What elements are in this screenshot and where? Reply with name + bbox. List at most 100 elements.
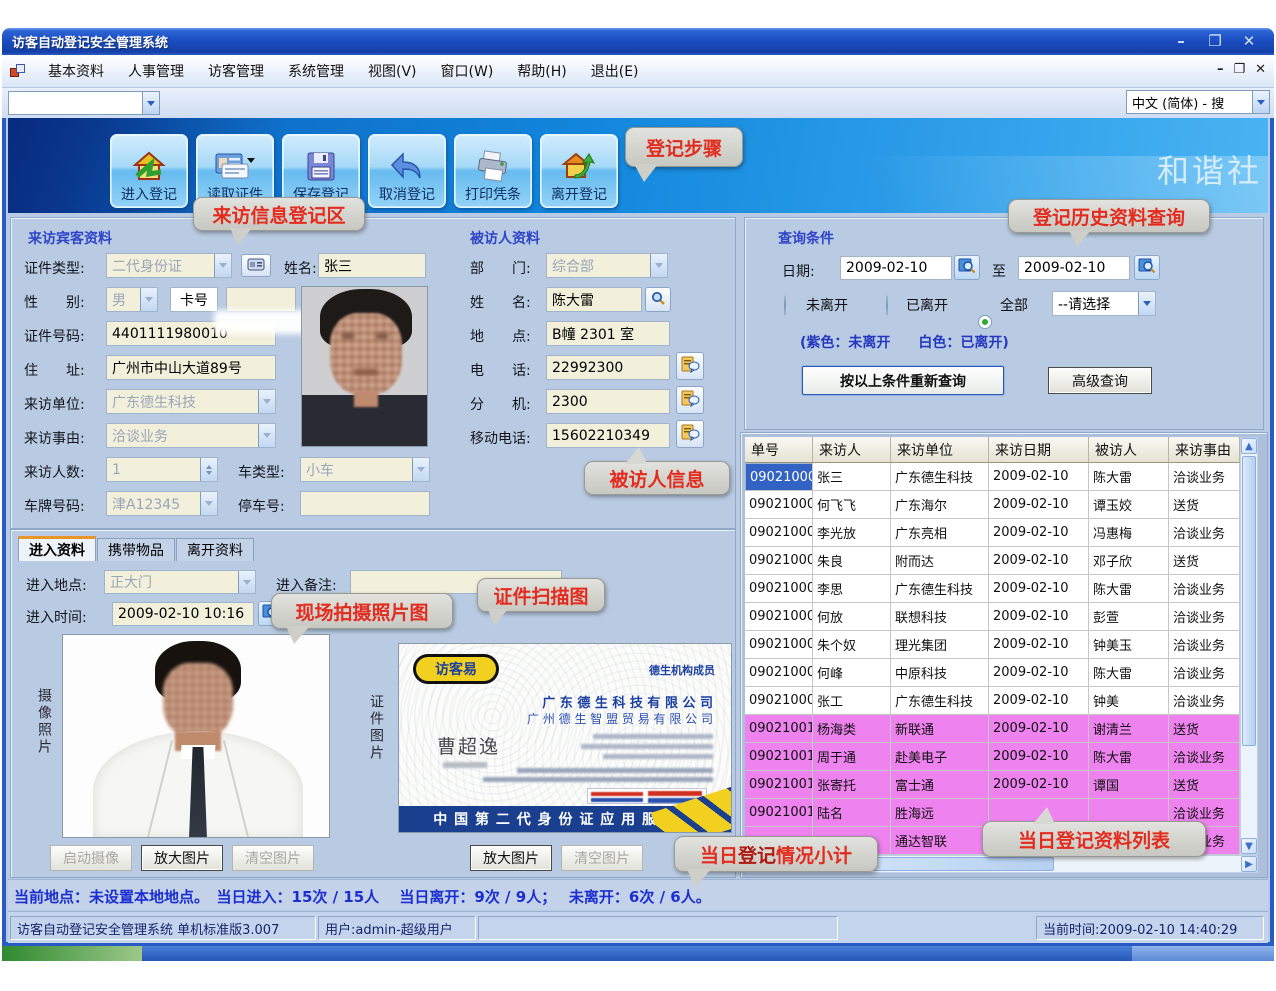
- table-row[interactable]: 090210010杨海类新联通2009-02-10谢清兰送货: [745, 715, 1240, 743]
- table-cell[interactable]: 2009-02-10: [989, 463, 1089, 491]
- dept-select[interactable]: 综合部: [546, 253, 668, 278]
- table-cell[interactable]: 090210013: [745, 799, 813, 827]
- table-cell[interactable]: 2009-02-10: [989, 771, 1089, 799]
- radio-left[interactable]: [886, 295, 888, 316]
- table-cell[interactable]: 洽谈业务: [1169, 603, 1240, 631]
- table-row[interactable]: 090210009张工广东德生科技2009-02-10钟美洽谈业务: [745, 687, 1240, 715]
- tab-entry-info[interactable]: 进入资料: [18, 536, 96, 561]
- start-camera-button[interactable]: 启动摄像: [50, 845, 132, 871]
- language-bar[interactable]: 中文 (简体) - 搜: [1126, 90, 1270, 114]
- menu-item-window[interactable]: 窗口(W): [431, 57, 504, 85]
- table-cell[interactable]: 090210007: [745, 631, 813, 659]
- menu-item-help[interactable]: 帮助(H): [507, 57, 576, 85]
- table-cell[interactable]: 朱个奴: [813, 631, 891, 659]
- plate-select[interactable]: 津A12345: [106, 491, 218, 516]
- table-row[interactable]: 090210001张三广东德生科技2009-02-10陈大雷洽谈业务: [745, 463, 1240, 491]
- table-row[interactable]: 090210003李光放广东亮相2009-02-10冯惠梅洽谈业务: [745, 519, 1240, 547]
- menu-item-exit[interactable]: 退出(E): [581, 57, 649, 85]
- stepper-arrows-icon[interactable]: [200, 458, 217, 481]
- table-vscrollbar[interactable]: ▲ ▼: [1240, 437, 1258, 855]
- table-row[interactable]: 090210005李思广东德生科技2009-02-10陈大雷洽谈业务: [745, 575, 1240, 603]
- date-from-field[interactable]: 2009-02-10: [840, 256, 952, 280]
- table-cell[interactable]: 陈大雷: [1089, 743, 1169, 771]
- table-cell[interactable]: 送货: [1169, 491, 1240, 519]
- table-cell[interactable]: 张寄托: [813, 771, 891, 799]
- menu-item-system[interactable]: 系统管理: [278, 57, 354, 85]
- restore-icon[interactable]: ❐: [1204, 32, 1226, 50]
- mobile-field[interactable]: 15602210349: [546, 423, 670, 448]
- table-cell[interactable]: 谭玉姣: [1089, 491, 1169, 519]
- table-row[interactable]: 090210011周于通赴美电子2009-02-10陈大雷洽谈业务: [745, 743, 1240, 771]
- parking-field[interactable]: [300, 491, 430, 516]
- table-cell[interactable]: 送货: [1169, 547, 1240, 575]
- id-type-select[interactable]: 二代身份证: [106, 253, 232, 278]
- table-cell[interactable]: 2009-02-10: [989, 631, 1089, 659]
- table-cell[interactable]: 中原科技: [891, 659, 989, 687]
- scroll-right-icon[interactable]: ▶: [1241, 856, 1257, 872]
- clear-photo-button[interactable]: 清空图片: [232, 845, 314, 871]
- table-cell[interactable]: 2009-02-10: [989, 743, 1089, 771]
- zoom-card-button[interactable]: 放大图片: [470, 845, 552, 871]
- table-row[interactable]: 090210004朱良附而达2009-02-10邓子欣送货: [745, 547, 1240, 575]
- table-cell[interactable]: 2009-02-10: [989, 659, 1089, 687]
- col-header[interactable]: 被访人: [1089, 437, 1169, 463]
- table-cell[interactable]: 090210004: [745, 547, 813, 575]
- col-header[interactable]: 来访事由: [1169, 437, 1240, 463]
- table-cell[interactable]: 何放: [813, 603, 891, 631]
- scroll-down-icon[interactable]: ▼: [1241, 838, 1257, 854]
- table-cell[interactable]: 2009-02-10: [989, 519, 1089, 547]
- menu-item-view[interactable]: 视图(V): [358, 57, 427, 85]
- table-cell[interactable]: 090210010: [745, 715, 813, 743]
- table-cell[interactable]: 何飞飞: [813, 491, 891, 519]
- menu-item-hr[interactable]: 人事管理: [118, 57, 194, 85]
- table-cell[interactable]: 洽谈业务: [1169, 687, 1240, 715]
- table-cell[interactable]: 新联通: [891, 715, 989, 743]
- visitor-name-field[interactable]: 张三: [318, 253, 426, 278]
- minimize-icon[interactable]: –: [1170, 32, 1192, 50]
- table-cell[interactable]: 洽谈业务: [1169, 463, 1240, 491]
- entry-time-field[interactable]: 2009-02-10 10:16: [112, 602, 254, 626]
- table-row[interactable]: 090210012张寄托富士通2009-02-10谭国送货: [745, 771, 1240, 799]
- location-field[interactable]: B幢 2301 室: [546, 321, 670, 346]
- zoom-photo-button[interactable]: 放大图片: [141, 845, 223, 871]
- mdi-close-icon[interactable]: ✕: [1255, 62, 1266, 77]
- table-cell[interactable]: 洽谈业务: [1169, 743, 1240, 771]
- filter-select[interactable]: --请选择: [1052, 291, 1156, 316]
- mdi-minimize-icon[interactable]: –: [1217, 62, 1224, 77]
- table-cell[interactable]: 富士通: [891, 771, 989, 799]
- menu-item-basic[interactable]: 基本资料: [38, 57, 114, 85]
- date-from-picker-button[interactable]: [954, 255, 980, 280]
- table-cell[interactable]: 广东海尔: [891, 491, 989, 519]
- table-cell[interactable]: 张三: [813, 463, 891, 491]
- table-cell[interactable]: 杨海类: [813, 715, 891, 743]
- table-cell[interactable]: 090210003: [745, 519, 813, 547]
- table-cell[interactable]: 联想科技: [891, 603, 989, 631]
- company-select[interactable]: 广东德生科技: [106, 389, 276, 414]
- table-cell[interactable]: 李思: [813, 575, 891, 603]
- mdi-restore-icon[interactable]: ❐: [1233, 62, 1245, 77]
- table-cell[interactable]: 周于通: [813, 743, 891, 771]
- table-cell[interactable]: 理光集团: [891, 631, 989, 659]
- table-cell[interactable]: 陈大雷: [1089, 659, 1169, 687]
- reason-select[interactable]: 洽谈业务: [106, 423, 276, 448]
- col-header[interactable]: 来访人: [813, 437, 891, 463]
- print-receipt-button[interactable]: 打印凭条: [454, 134, 532, 208]
- entry-location-select[interactable]: 正大门: [104, 570, 256, 594]
- table-cell[interactable]: 090210009: [745, 687, 813, 715]
- table-cell[interactable]: 广东德生科技: [891, 463, 989, 491]
- table-cell[interactable]: 送货: [1169, 771, 1240, 799]
- table-row[interactable]: 090210007朱个奴理光集团2009-02-10钟美玉洽谈业务: [745, 631, 1240, 659]
- ext-field[interactable]: 2300: [546, 389, 670, 414]
- tab-leave-info[interactable]: 离开资料: [176, 538, 254, 561]
- radio-all[interactable]: [978, 315, 992, 329]
- table-cell[interactable]: 赴美电子: [891, 743, 989, 771]
- tab-carried-items[interactable]: 携带物品: [97, 538, 175, 561]
- table-row[interactable]: 090210006何放联想科技2009-02-10彭萱洽谈业务: [745, 603, 1240, 631]
- table-cell[interactable]: 陆名: [813, 799, 891, 827]
- table-cell[interactable]: 090210002: [745, 491, 813, 519]
- table-cell[interactable]: 钟美玉: [1089, 631, 1169, 659]
- card-reader-button[interactable]: [241, 254, 271, 277]
- table-cell[interactable]: 090210011: [745, 743, 813, 771]
- col-header[interactable]: 单号: [745, 437, 813, 463]
- table-cell[interactable]: 2009-02-10: [989, 687, 1089, 715]
